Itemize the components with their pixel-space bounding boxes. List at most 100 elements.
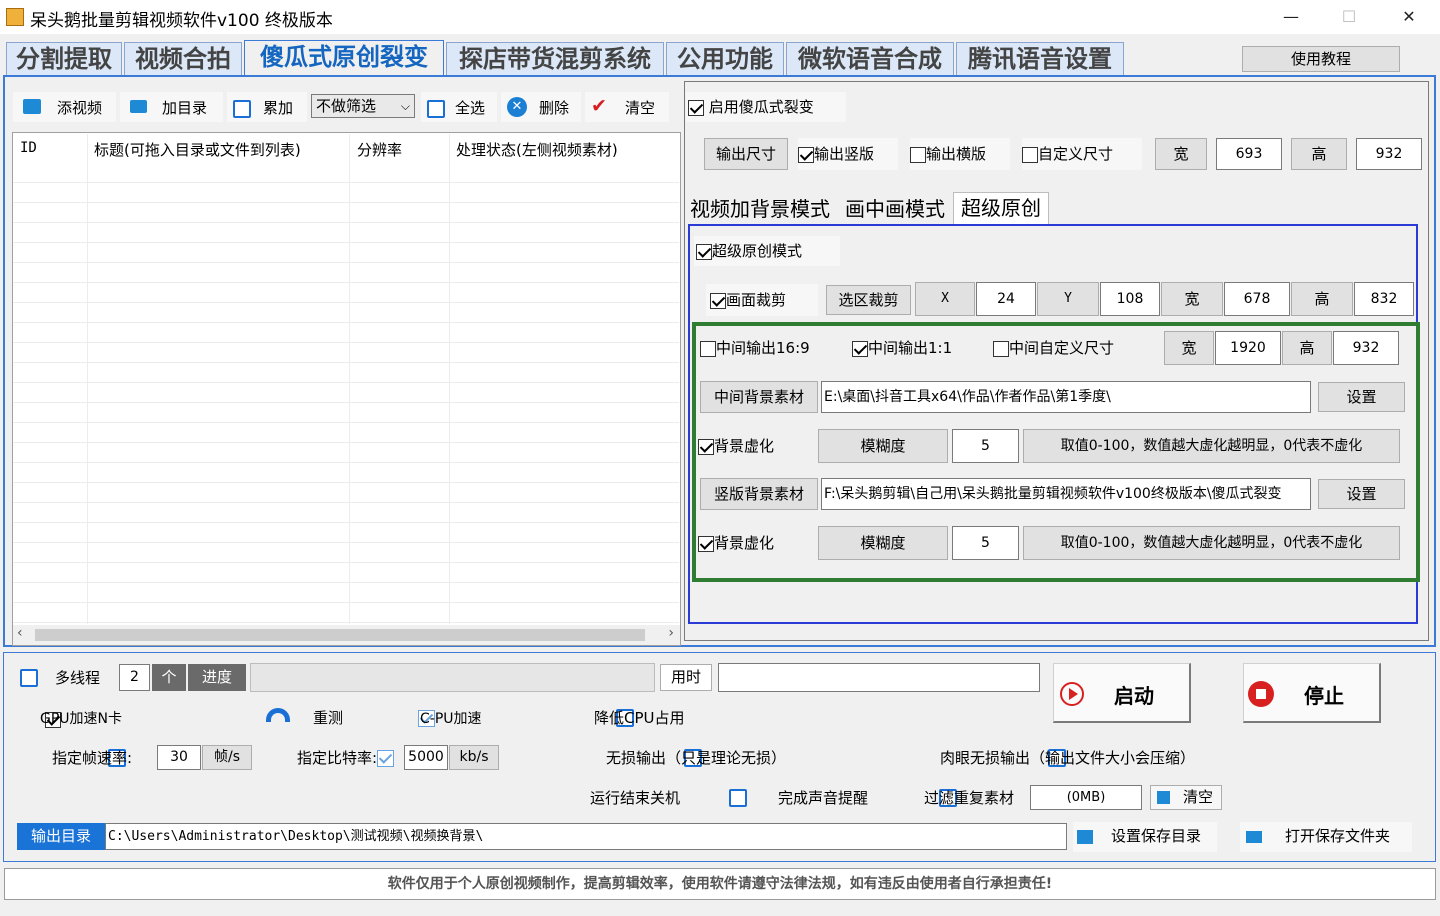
mid-bg-path-input[interactable]: E:\桌面\抖音工具x64\作品\作者作品\第1季度\	[821, 381, 1311, 413]
tab-ms-tts[interactable]: 微软语音合成	[786, 42, 954, 75]
output-landscape-toggle[interactable]: 输出横版	[910, 138, 1010, 170]
super-mode-checkbox[interactable]	[696, 243, 712, 260]
set-save-dir-button[interactable]: 设置保存目录	[1073, 822, 1217, 852]
mid-custom-checkbox[interactable]	[993, 340, 1009, 357]
crop-y-label: Y	[1037, 282, 1099, 316]
mid16-9-checkbox[interactable]	[700, 340, 716, 357]
crop-y-input[interactable]: 108	[1100, 282, 1160, 316]
mid-width-label: 宽	[1164, 331, 1214, 365]
close-button[interactable]: ✕	[1386, 4, 1432, 30]
table-row	[13, 223, 679, 243]
bitrate-checkbox[interactable]	[376, 750, 394, 767]
col-header-status[interactable]: 处理状态(左侧视频素材)	[456, 139, 618, 160]
output-portrait-checkbox[interactable]	[798, 146, 814, 163]
filter-select[interactable]: 不做筛选 ⌵	[311, 94, 415, 118]
blur2-input[interactable]: 5	[952, 526, 1019, 560]
enable-fission-toggle[interactable]: 启用傻瓜式裂变	[686, 92, 846, 122]
multithread-checkbox[interactable]	[20, 668, 38, 687]
shutdown-checkbox[interactable]	[729, 788, 748, 807]
crop-checkbox[interactable]	[710, 292, 726, 309]
mid-bg-set-button[interactable]: 设置	[1318, 382, 1405, 412]
subtab-bg-mode[interactable]: 视频加背景模式	[690, 196, 830, 222]
shutdown-label: 运行结束关机	[590, 789, 681, 807]
tab-tencent-tts[interactable]: 腾讯语音设置	[956, 42, 1124, 75]
start-button[interactable]: 启动	[1053, 663, 1191, 723]
col-header-title[interactable]: 标题(可拖入目录或文件到列表)	[94, 139, 301, 160]
custom-size-checkbox[interactable]	[1022, 146, 1038, 163]
select-all-checkbox[interactable]	[427, 99, 445, 118]
crop-toggle[interactable]: 画面裁剪	[706, 284, 818, 316]
tab-store-mix[interactable]: 探店带货混剪系统	[446, 42, 664, 75]
mid-height-input[interactable]: 932	[1333, 331, 1399, 365]
width-input[interactable]: 693	[1216, 138, 1282, 170]
mid-height-label: 高	[1282, 331, 1332, 365]
output-portrait-toggle[interactable]: 输出竖版	[798, 138, 898, 170]
mid1-1-checkbox[interactable]	[852, 340, 868, 357]
height-label: 高	[1291, 138, 1347, 170]
retest-label[interactable]: 重测	[313, 707, 343, 728]
accumulate-toggle[interactable]: 累加	[227, 92, 307, 122]
select-all-toggle[interactable]: 全选	[421, 92, 497, 122]
tab-video-duet[interactable]: 视频合拍	[124, 42, 242, 75]
table-row	[13, 603, 679, 623]
window-title: 呆头鹅批量剪辑视频软件v100 终极版本	[30, 11, 333, 31]
accumulate-label: 累加	[263, 99, 294, 117]
subtab-pip-mode[interactable]: 画中画模式	[845, 196, 945, 222]
custom-size-toggle[interactable]: 自定义尺寸	[1022, 138, 1142, 170]
col-header-resolution[interactable]: 分辨率	[357, 139, 402, 160]
fps-input[interactable]: 30	[157, 745, 201, 770]
output-landscape-checkbox[interactable]	[910, 146, 926, 163]
subtab-super-original[interactable]: 超级原创	[953, 192, 1049, 224]
mid-width-input[interactable]: 1920	[1215, 331, 1281, 365]
blur1-input[interactable]: 5	[952, 429, 1019, 463]
maximize-button[interactable]: ☐	[1326, 4, 1372, 30]
tab-simple-fission[interactable]: 傻瓜式原创裂变	[244, 40, 444, 77]
blur1-hint: 取值0-100，数值越大虚化越明显，0代表不虚化	[1023, 429, 1400, 463]
app-icon	[6, 8, 24, 26]
tutorial-button[interactable]: 使用教程	[1242, 46, 1400, 72]
col-header-id[interactable]: ID	[20, 140, 37, 156]
crop-x-input[interactable]: 24	[976, 282, 1036, 316]
table-row	[13, 383, 679, 403]
height-input[interactable]: 932	[1356, 138, 1422, 170]
enable-fission-checkbox[interactable]	[688, 99, 704, 116]
output-dir-input[interactable]: C:\Users\Administrator\Desktop\测试视频\视频换背…	[105, 823, 1067, 850]
clear-button[interactable]: ✔ 清空	[585, 92, 669, 122]
output-size-button[interactable]: 输出尺寸	[704, 138, 788, 170]
mid-bg-button[interactable]: 中间背景素材	[700, 381, 818, 413]
blur1-checkbox[interactable]	[698, 438, 714, 455]
mid16-9-toggle[interactable]: 中间输出16:9	[700, 332, 840, 364]
vert-bg-button[interactable]: 竖版背景素材	[700, 478, 818, 510]
scrollbar-thumb[interactable]	[35, 629, 645, 641]
scroll-right-icon[interactable]: ›	[668, 625, 674, 641]
mid1-1-toggle[interactable]: 中间输出1:1	[852, 332, 982, 364]
tab-common[interactable]: 公用功能	[666, 42, 784, 75]
vert-bg-set-button[interactable]: 设置	[1318, 479, 1405, 509]
delete-button[interactable]: ✕ 删除	[501, 92, 581, 122]
blur2-checkbox[interactable]	[698, 535, 714, 552]
crop-select-button[interactable]: 选区裁剪	[826, 285, 911, 315]
clear-dup-label: 清空	[1183, 788, 1214, 806]
thread-count-input[interactable]: 2	[119, 664, 150, 691]
add-dir-button[interactable]: 加目录	[120, 92, 223, 122]
clear-dup-button[interactable]: 清空	[1150, 785, 1222, 810]
vert-bg-path-input[interactable]: F:\呆头鹅剪辑\自己用\呆头鹅批量剪辑视频软件v100终极版本\傻瓜式裂变	[821, 478, 1311, 510]
add-video-button[interactable]: 添视频	[13, 92, 116, 122]
super-mode-toggle[interactable]: 超级原创模式	[694, 236, 840, 266]
stop-button[interactable]: 停止	[1243, 663, 1381, 723]
open-save-dir-button[interactable]: 打开保存文件夹	[1240, 822, 1412, 852]
delete-label: 删除	[539, 99, 570, 117]
bitrate-input[interactable]: 5000	[404, 745, 448, 770]
blur2-toggle[interactable]: 背景虚化	[698, 527, 808, 559]
mid-custom-toggle[interactable]: 中间自定义尺寸	[993, 332, 1143, 364]
tab-split-extract[interactable]: 分割提取	[6, 42, 122, 75]
blur1-toggle[interactable]: 背景虚化	[698, 430, 808, 462]
size-display: (0MB)	[1030, 785, 1142, 810]
scroll-left-icon[interactable]: ‹	[17, 625, 23, 641]
crop-w-input[interactable]: 678	[1224, 282, 1290, 316]
minimize-button[interactable]: —	[1268, 4, 1314, 30]
accumulate-checkbox[interactable]	[233, 99, 251, 118]
horizontal-scrollbar[interactable]: ‹ ›	[13, 625, 680, 645]
crop-h-input[interactable]: 832	[1354, 282, 1414, 316]
sound-label: 完成声音提醒	[778, 789, 869, 807]
